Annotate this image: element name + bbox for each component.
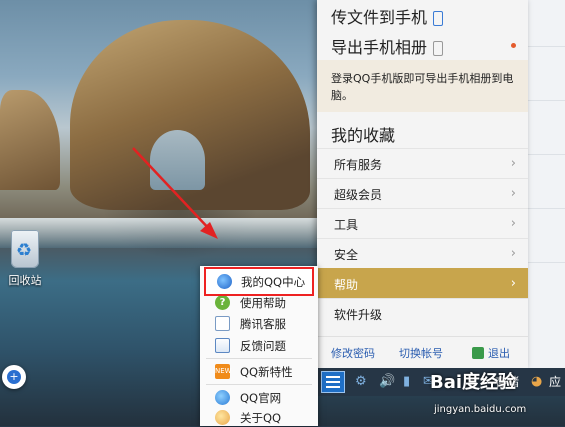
menu-item-super-vip[interactable]: 超级会员 › (317, 178, 528, 209)
menu-item-label: 我的QQ中心 (241, 275, 306, 289)
menu-item-qq-website[interactable]: QQ官网 (200, 388, 318, 407)
menu-item-software-update[interactable]: 软件升级 (317, 298, 528, 329)
menu-item-new-features[interactable]: NEW QQ新特性 (200, 362, 318, 381)
menu-item-security[interactable]: 安全 › (317, 238, 528, 269)
send-file-to-phone-label: 传文件到手机 (331, 4, 444, 28)
floating-add-button[interactable]: + (2, 365, 26, 389)
chat-list-divider (528, 262, 565, 263)
chevron-right-icon: › (510, 276, 516, 291)
chevron-right-icon: › (510, 186, 516, 201)
switch-account-link[interactable]: 切换帐号 (399, 345, 443, 361)
service-icon (215, 316, 230, 331)
menu-item-label: QQ新特性 (240, 365, 293, 379)
menu-item-label: 所有服务 (334, 158, 383, 172)
notification-dot (511, 43, 516, 48)
login-note-text: 登录QQ手机版即可导出手机相册到电脑。 (331, 72, 514, 102)
menu-divider (206, 358, 312, 359)
chat-list-divider (528, 154, 565, 155)
phone-icon (433, 11, 444, 26)
menu-item-label: 超级会员 (334, 188, 383, 202)
recycle-bin[interactable]: 回收站 (0, 230, 50, 288)
baidu-logo: Bai度经验 (430, 372, 517, 393)
menu-item-label: 使用帮助 (240, 296, 286, 310)
wallpaper-arch-opening (150, 130, 205, 190)
about-icon (215, 410, 230, 425)
export-phone-album-item[interactable]: 导出手机相册 (317, 30, 528, 60)
menu-item-label: 腾讯客服 (240, 317, 286, 331)
volume-icon[interactable]: 🔊 (379, 374, 395, 389)
qq-main-menu-panel: 传文件到手机 导出手机相册 登录QQ手机版即可导出手机相册到电脑。 我的收藏 所… (317, 0, 528, 369)
app-icon[interactable]: ◕ (531, 374, 545, 389)
exit-label: 退出 (488, 347, 510, 360)
menu-item-label: 帮助 (334, 278, 359, 292)
chevron-right-icon: › (510, 216, 516, 231)
menu-item-about-qq[interactable]: 关于QQ (200, 408, 318, 427)
menu-item-label: 工具 (334, 218, 359, 232)
menu-item-label: 反馈问题 (240, 339, 286, 353)
menu-item-label: 关于QQ (240, 411, 282, 425)
exit-icon (472, 347, 484, 359)
main-menu-button[interactable] (321, 371, 345, 393)
qq-icon (217, 274, 232, 289)
website-icon (215, 390, 230, 405)
menu-item-label: 安全 (334, 248, 359, 262)
feedback-icon (215, 338, 230, 353)
menu-item-label: 软件升级 (334, 308, 383, 322)
chevron-right-icon: › (510, 156, 516, 171)
recycle-bin-label: 回收站 (8, 274, 42, 287)
menu-item-all-services[interactable]: 所有服务 › (317, 148, 528, 179)
highlighted-my-qq-center[interactable]: 我的QQ中心 (204, 267, 314, 296)
menu-divider (206, 384, 312, 385)
watermark-url: jingyan.baidu.com (434, 404, 527, 415)
recycle-bin-icon (11, 230, 39, 268)
chevron-right-icon: › (510, 246, 516, 261)
login-note: 登录QQ手机版即可导出手机相册到电脑。 (317, 60, 528, 112)
chat-list-divider (528, 208, 565, 209)
panel-footer: 修改密码 切换帐号 退出 (317, 336, 528, 369)
new-icon: NEW (215, 364, 232, 379)
menu-item-label: QQ官网 (240, 391, 282, 405)
folder-icon[interactable]: ▮ (403, 374, 417, 389)
menu-item-customer-service[interactable]: 腾讯客服 (200, 314, 318, 333)
help-icon: ? (215, 295, 230, 310)
plus-icon: + (7, 370, 21, 384)
gear-icon[interactable]: ⚙ (355, 374, 369, 389)
menu-item-help[interactable]: 帮助 › (317, 268, 528, 299)
change-password-link[interactable]: 修改密码 (331, 345, 375, 361)
favorites-title: 我的收藏 (331, 126, 396, 145)
export-phone-album-label: 导出手机相册 (331, 34, 444, 58)
menu-item-feedback[interactable]: 反馈问题 (200, 336, 318, 355)
chat-list-divider (528, 46, 565, 47)
chat-list-strip (528, 0, 565, 368)
chat-list-divider (528, 100, 565, 101)
app-label[interactable]: 应 (549, 373, 561, 390)
menu-item-tools[interactable]: 工具 › (317, 208, 528, 239)
send-file-to-phone-item[interactable]: 传文件到手机 (317, 0, 528, 30)
exit-button[interactable]: 退出 (472, 345, 510, 361)
phone-icon (433, 41, 444, 56)
